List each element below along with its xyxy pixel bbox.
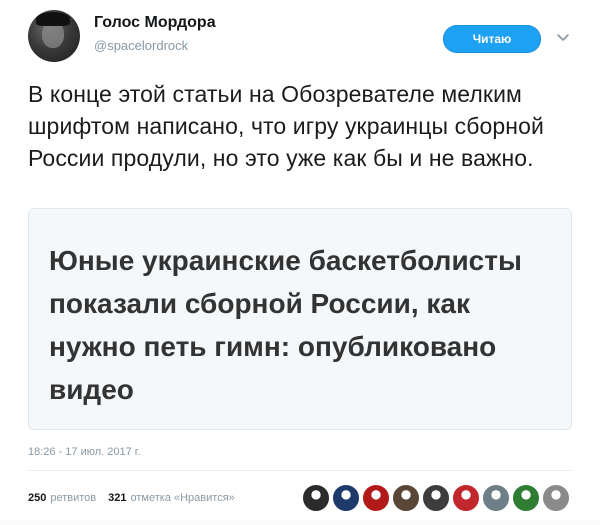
author-avatar[interactable] — [28, 10, 80, 62]
tweet-header: Голос Мордора @spacelordrock Читаю — [0, 0, 600, 70]
user-avatar-icon[interactable] — [482, 484, 510, 512]
divider — [28, 470, 572, 471]
author-display-name[interactable]: Голос Мордора — [94, 14, 216, 32]
user-avatar-icon[interactable] — [512, 484, 540, 512]
user-avatar-icon[interactable] — [362, 484, 390, 512]
retweets-count: 250 — [28, 492, 47, 504]
avatar-hat — [36, 12, 70, 26]
user-avatar-icon[interactable] — [542, 484, 570, 512]
liker-avatars — [302, 482, 572, 514]
retweets-stat[interactable]: 250 ретвитов — [28, 492, 96, 504]
user-avatar-icon[interactable] — [422, 484, 450, 512]
card-title[interactable]: Юные украинские баскетболисты показали с… — [49, 239, 549, 411]
following-button[interactable]: Читаю — [443, 25, 541, 53]
user-avatar-icon[interactable] — [452, 484, 480, 512]
user-avatar-icon[interactable] — [332, 484, 360, 512]
chevron-down-icon[interactable] — [555, 29, 571, 45]
likes-stat[interactable]: 321 отметка «Нравится» — [108, 492, 235, 504]
tweet-timestamp[interactable]: 18:26 - 17 июл. 2017 г. — [28, 446, 141, 458]
likes-count: 321 — [108, 492, 127, 504]
bottom-edge — [0, 520, 600, 525]
likes-label: отметка «Нравится» — [130, 492, 235, 504]
tweet-text: В конце этой статьи на Обозревателе мелк… — [28, 81, 544, 171]
tweet-stats: 250 ретвитов 321 отметка «Нравится» — [28, 488, 247, 508]
retweets-label: ретвитов — [50, 492, 97, 504]
user-avatar-icon[interactable] — [302, 484, 330, 512]
link-card[interactable]: Юные украинские баскетболисты показали с… — [28, 208, 572, 430]
author-handle[interactable]: @spacelordrock — [94, 38, 188, 53]
user-avatar-icon[interactable] — [392, 484, 420, 512]
